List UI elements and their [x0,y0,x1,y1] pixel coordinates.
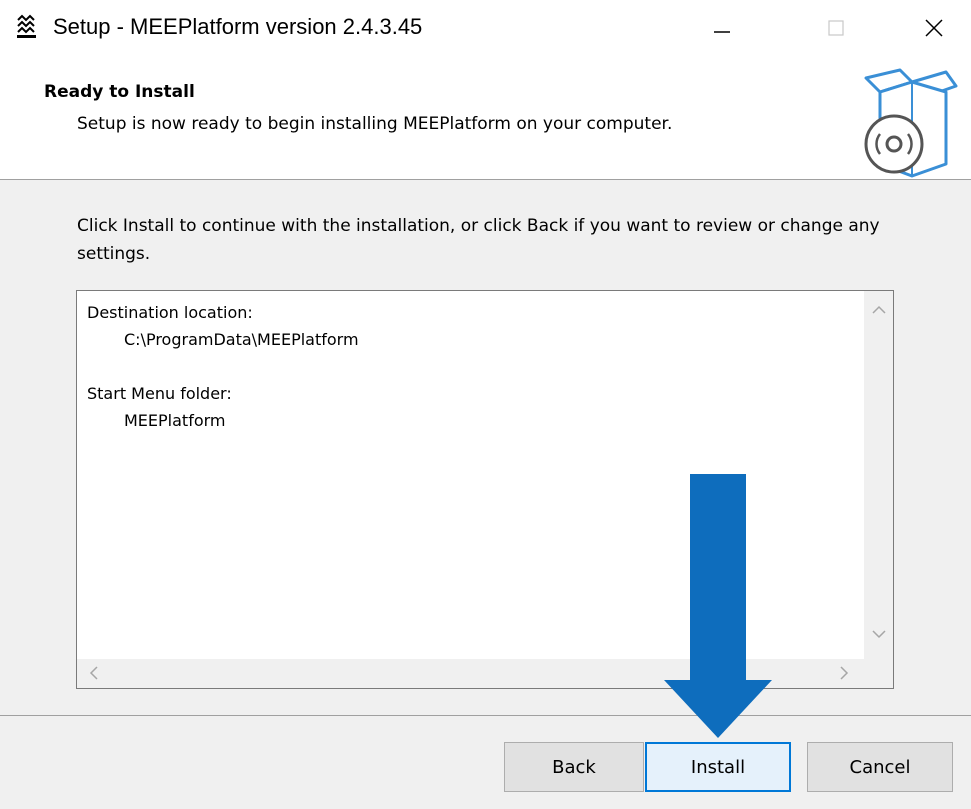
window-title: Setup - MEEPlatform version 2.4.3.45 [53,14,423,39]
minimize-button[interactable] [692,0,752,56]
destination-value: C:\ProgramData\MEEPlatform [124,330,359,349]
start-menu-label: Start Menu folder: [87,384,232,403]
memo-content: Destination location: C:\ProgramData\MEE… [87,299,359,434]
scrollbar-corner [864,659,893,688]
scroll-right-icon[interactable] [839,666,849,680]
instructions-text: Click Install to continue with the insta… [77,216,880,264]
back-button[interactable]: Back [504,742,644,792]
minimize-icon [714,31,730,33]
scroll-up-icon[interactable] [872,305,886,315]
cancel-button[interactable]: Cancel [807,742,953,792]
install-button[interactable]: Install [645,742,791,792]
page-title: Ready to Install [44,82,195,102]
maximize-icon [828,20,844,36]
vertical-scrollbar[interactable] [864,291,893,659]
wizard-header: Ready to Install Setup is now ready to b… [0,56,971,180]
install-box-disc-icon [864,68,958,178]
close-icon [925,19,943,37]
page-subtitle: Setup is now ready to begin installing M… [77,114,673,134]
scroll-left-icon[interactable] [89,666,99,680]
close-button[interactable] [904,0,964,56]
maximize-button[interactable] [806,0,866,56]
footer-divider [0,715,971,716]
scroll-down-icon[interactable] [872,629,886,639]
app-logo-icon [17,14,36,38]
title-bar: Setup - MEEPlatform version 2.4.3.45 [0,0,971,56]
destination-label: Destination location: [87,303,253,322]
arrow-down-icon [664,474,772,738]
start-menu-value: MEEPlatform [124,411,226,430]
